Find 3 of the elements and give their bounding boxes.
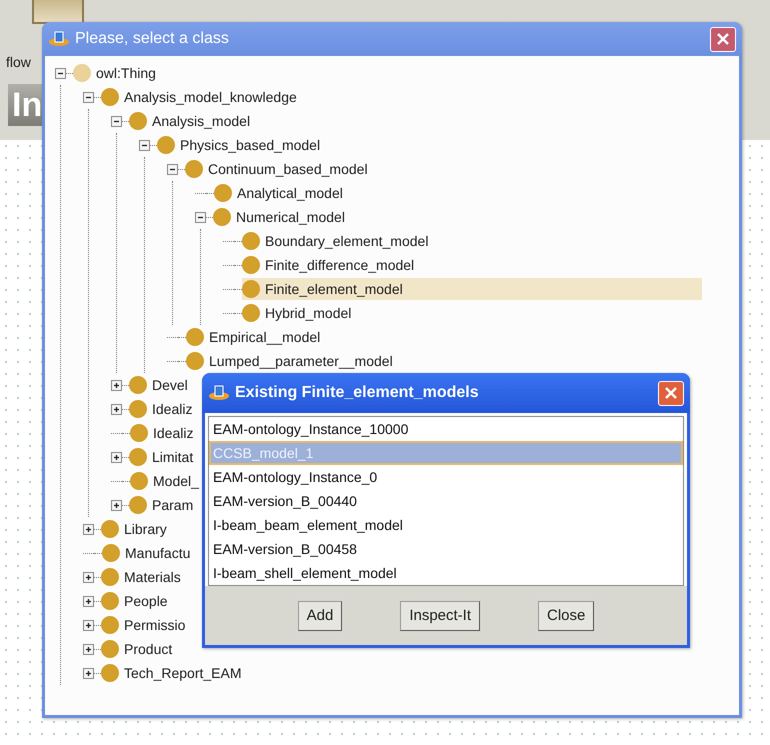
- dialog-title: Existing Finite_element_models: [235, 384, 480, 402]
- dialog-title: Please, select a class: [75, 30, 230, 48]
- tab-label: flow: [6, 54, 32, 70]
